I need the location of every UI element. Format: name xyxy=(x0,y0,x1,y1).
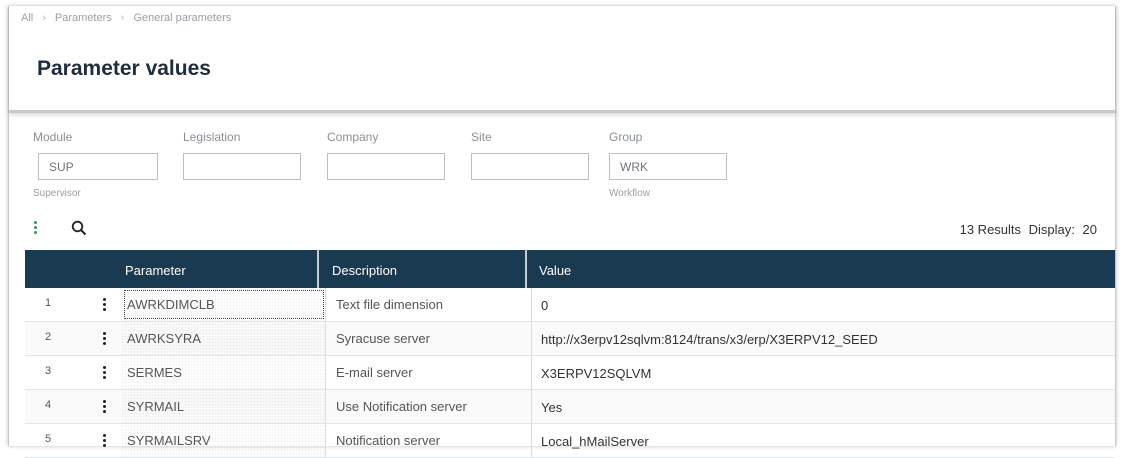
table-row[interactable]: 1 AWRKDIMCLB Text file dimension 0 xyxy=(25,288,1115,322)
company-label: Company xyxy=(327,130,379,144)
row-number: 3 xyxy=(44,365,52,377)
group-field[interactable]: WRK xyxy=(609,153,727,180)
column-header-parameter[interactable]: Parameter xyxy=(125,250,186,288)
parameter-cell[interactable]: SYRMAIL xyxy=(122,390,326,423)
column-header-value[interactable]: Value xyxy=(539,250,571,288)
table-row[interactable]: 2 AWRKSYRA Syracuse server http://x3erpv… xyxy=(25,322,1115,356)
site-label: Site xyxy=(471,130,492,144)
column-divider[interactable] xyxy=(525,250,527,288)
row-actions-icon[interactable] xyxy=(103,298,107,312)
module-field[interactable]: SUP xyxy=(38,153,158,180)
row-number: 2 xyxy=(44,331,52,343)
module-label: Module xyxy=(33,130,73,144)
module-description: Supervisor xyxy=(33,188,81,199)
search-icon[interactable] xyxy=(71,220,87,236)
parameter-cell[interactable]: SYRMAILSRV xyxy=(122,424,326,457)
table-row[interactable]: 4 SYRMAIL Use Notification server Yes xyxy=(25,390,1115,424)
description-cell: Text file dimension xyxy=(328,288,532,321)
row-number: 4 xyxy=(44,399,52,411)
description-cell: Notification server xyxy=(328,424,532,457)
parameter-cell[interactable]: AWRKSYRA xyxy=(122,322,326,355)
legislation-field[interactable] xyxy=(183,153,301,180)
group-description: Workflow xyxy=(609,188,650,199)
parameter-cell[interactable]: SERMES xyxy=(122,356,326,389)
parameter-cell[interactable]: AWRKDIMCLB xyxy=(122,288,326,321)
row-actions-icon[interactable] xyxy=(103,400,107,414)
row-number: 5 xyxy=(44,433,52,445)
group-label: Group xyxy=(609,130,643,144)
row-actions-icon[interactable] xyxy=(103,366,107,380)
chevron-right-icon: › xyxy=(42,12,46,24)
table-row[interactable]: 3 SERMES E-mail server X3ERPV12SQLVM xyxy=(25,356,1115,390)
description-cell: Syracuse server xyxy=(328,322,532,355)
column-divider[interactable] xyxy=(317,250,319,288)
page-header: All › Parameters › General parameters Parame… xyxy=(9,6,1115,113)
page-title: Parameter values xyxy=(37,57,211,80)
breadcrumb: All › Parameters › General parameters xyxy=(21,12,231,24)
breadcrumb-general-parameters[interactable]: General parameters xyxy=(133,12,231,24)
table-header: Parameter Description Value xyxy=(25,250,1115,288)
breadcrumb-all[interactable]: All xyxy=(21,12,33,24)
display-label: Display: xyxy=(1028,222,1075,237)
value-cell[interactable]: http://x3erpv12sqlvm:8124/trans/x3/erp/X… xyxy=(541,332,878,347)
site-field[interactable] xyxy=(471,153,589,180)
row-number: 1 xyxy=(44,297,52,309)
value-cell[interactable]: X3ERPV12SQLVM xyxy=(541,366,651,381)
value-cell[interactable]: Yes xyxy=(541,400,562,415)
value-cell[interactable]: 0 xyxy=(541,298,548,313)
vertical-dots-icon[interactable] xyxy=(33,220,39,236)
filter-panel: Module SUP Supervisor Legislation Compan… xyxy=(9,130,1115,210)
app-window: All › Parameters › General parameters Parame… xyxy=(8,6,1116,458)
description-cell: E-mail server xyxy=(328,356,532,389)
breadcrumb-parameters[interactable]: Parameters xyxy=(55,12,112,24)
chevron-right-icon: › xyxy=(120,12,125,24)
parameters-table: Parameter Description Value 1 AWRKDIMCLB… xyxy=(25,250,1115,458)
row-actions-icon[interactable] xyxy=(103,434,107,448)
table-row[interactable]: 5 SYRMAILSRV Notification server Local_h… xyxy=(25,424,1115,458)
display-value[interactable]: 20 xyxy=(1083,222,1097,237)
row-actions-icon[interactable] xyxy=(103,332,107,346)
company-field[interactable] xyxy=(327,153,445,180)
value-cell[interactable]: Local_hMailServer xyxy=(541,434,649,449)
results-count: 13 Results xyxy=(959,222,1022,237)
legislation-label: Legislation xyxy=(183,130,241,144)
column-header-description[interactable]: Description xyxy=(332,250,397,288)
description-cell: Use Notification server xyxy=(328,390,532,423)
results-summary: 13 Results Display: 20 xyxy=(956,222,1097,237)
